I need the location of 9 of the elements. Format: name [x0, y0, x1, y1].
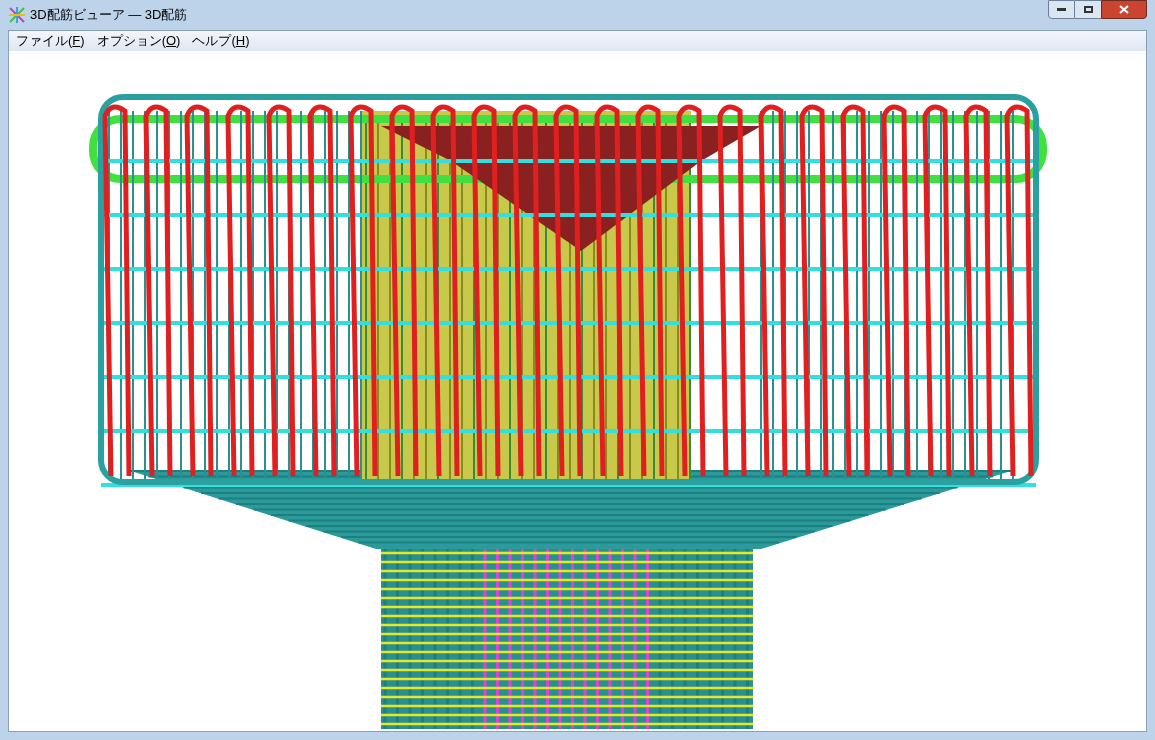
menu-item[interactable]: ファイル(F) [13, 31, 88, 51]
app-logo-icon [8, 6, 26, 24]
close-icon [1119, 5, 1129, 14]
window-title: 3D配筋ビューア ― 3D配筋 [30, 6, 188, 25]
minimize-button[interactable] [1048, 0, 1075, 19]
close-button[interactable] [1101, 0, 1147, 19]
menu-item[interactable]: ヘルプ(H) [189, 31, 253, 51]
maximize-button[interactable] [1075, 0, 1101, 19]
menu-item[interactable]: オプション(O) [93, 31, 184, 51]
